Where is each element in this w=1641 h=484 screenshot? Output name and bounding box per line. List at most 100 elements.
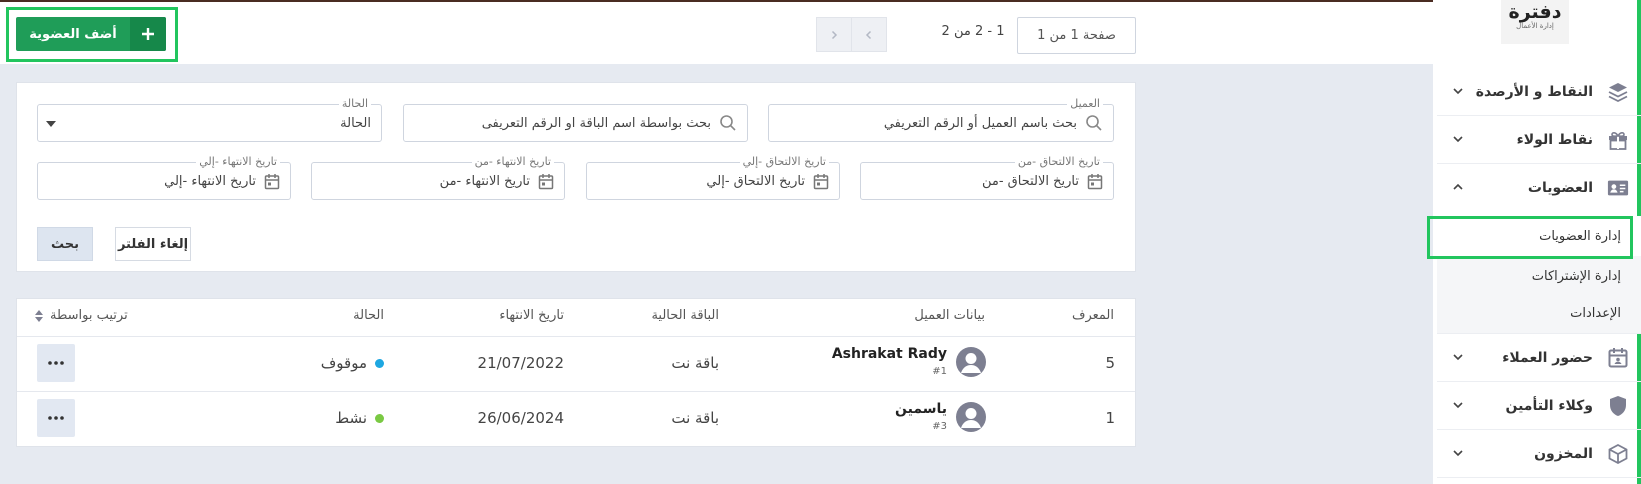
search-icon <box>720 115 736 131</box>
chevron-down-icon <box>1453 354 1463 361</box>
status-select[interactable]: الحالة الحالة <box>37 97 382 142</box>
sidebar-item-inventory[interactable]: المخزون <box>1437 430 1641 478</box>
package-search-field[interactable]: بحث بواسطة اسم الباقة او الرقم التعريفى <box>403 104 748 142</box>
search-button[interactable]: بحث <box>37 227 93 261</box>
logo-text: دفترة <box>1508 1 1562 23</box>
page-info[interactable]: صفحة 1 من 1 <box>1017 17 1136 54</box>
client-code: #3 <box>932 421 947 432</box>
end-from-field[interactable]: تاريخ الانتهاء -من تاريخ الانتهاء -من <box>311 155 565 200</box>
sidebar-subitem-settings[interactable]: الإعدادات <box>1437 294 1641 334</box>
active-subitem-highlight <box>1427 216 1633 259</box>
client-name[interactable]: Ashrakat Rady <box>832 346 947 362</box>
end-date: 21/07/2022 <box>477 354 564 372</box>
sidebar-item-points-balances[interactable]: النقاط و الأرصدة <box>1437 68 1641 116</box>
clear-filter-button[interactable]: إلغاء الفلتر <box>115 227 191 261</box>
sidebar-item-label: العضويات <box>1527 180 1593 196</box>
row-actions-button[interactable] <box>37 399 75 437</box>
calendar-icon <box>264 173 280 189</box>
calendar-icon <box>538 173 554 189</box>
chevron-down-icon <box>1453 450 1463 457</box>
status-badge: نشط <box>335 409 384 427</box>
calendar-icon <box>1607 347 1629 369</box>
sidebar-item-label: النقاط و الأرصدة <box>1475 83 1593 100</box>
status-dot <box>375 359 384 368</box>
chevron-right-icon <box>831 30 838 39</box>
row-id: 1 <box>1105 409 1115 427</box>
end-to-field[interactable]: تاريخ الانتهاء -إلي تاريخ الانتهاء -إلي <box>37 155 291 200</box>
avatar <box>956 347 986 377</box>
add-membership-highlight: أضف العضوية <box>6 7 178 62</box>
col-header-client: بيانات العميل <box>914 308 985 323</box>
row-divider <box>17 336 1135 337</box>
join-to-placeholder: تاريخ الالتحاق -إلي <box>706 173 805 189</box>
join-to-field[interactable]: تاريخ الالتحاق -إلي تاريخ الالتحاق -إلي <box>586 155 840 200</box>
row-id: 5 <box>1105 354 1115 372</box>
package-name: باقة نت <box>671 409 719 427</box>
col-header-status: الحالة <box>353 308 384 323</box>
end-to-placeholder: تاريخ الانتهاء -إلي <box>164 173 256 189</box>
package-name: باقة نت <box>671 354 719 372</box>
end-from-placeholder: تاريخ الانتهاء -من <box>439 173 530 189</box>
chevron-down-icon <box>1453 402 1463 409</box>
col-header-end-date: تاريخ الانتهاء <box>499 308 564 323</box>
client-name[interactable]: ياسمين <box>895 401 947 417</box>
row-divider <box>17 391 1135 392</box>
sidebar-item-label: وكلاء التأمين <box>1505 397 1593 414</box>
logo[interactable]: دفترة إدارة الأعمال <box>1501 0 1569 44</box>
sidebar-item-loyalty-points[interactable]: نقاط الولاء <box>1437 116 1641 164</box>
box-icon <box>1607 443 1629 465</box>
status-dot <box>375 414 384 423</box>
logo-subtitle: إدارة الأعمال <box>1516 22 1554 30</box>
package-search-placeholder: بحث بواسطة اسم الباقة او الرقم التعريفى <box>481 115 711 131</box>
end-date: 26/06/2024 <box>477 409 564 427</box>
join-to-legend: تاريخ الالتحاق -إلي <box>739 155 829 169</box>
layers-icon <box>1607 81 1629 103</box>
sidebar-item-insurance-agents[interactable]: وكلاء التأمين <box>1437 382 1641 430</box>
status-text: نشط <box>335 409 367 427</box>
search-icon <box>1086 115 1102 131</box>
chevron-down-icon <box>1453 136 1463 143</box>
client-search-placeholder: بحث باسم العميل أو الرقم التعريفي <box>883 115 1077 131</box>
calendar-icon <box>1087 173 1103 189</box>
status-badge: موقوف <box>321 354 384 372</box>
chevron-up-icon <box>1453 183 1463 190</box>
more-horizontal-icon <box>48 416 64 420</box>
client-search-field[interactable]: العميل بحث باسم العميل أو الرقم التعريفي <box>768 97 1114 142</box>
end-from-legend: تاريخ الانتهاء -من <box>471 155 554 169</box>
add-membership-label: أضف العضوية <box>29 26 117 42</box>
calendar-icon <box>813 173 829 189</box>
sidebar-subitem-manage-subscriptions[interactable]: إدارة الإشتراكات <box>1437 256 1641 296</box>
join-from-field[interactable]: تاريخ الالتحاق -من تاريخ الالتحاق -من <box>860 155 1114 200</box>
chevron-left-icon <box>865 30 872 39</box>
status-select-value: الحالة <box>340 115 371 131</box>
end-to-legend: تاريخ الانتهاء -إلي <box>196 155 280 169</box>
plus-icon <box>130 17 166 51</box>
join-from-placeholder: تاريخ الالتحاق -من <box>981 173 1079 189</box>
col-header-id: المعرف <box>1071 308 1114 323</box>
id-card-icon <box>1607 177 1629 199</box>
sidebar-item-label: حضور العملاء <box>1502 349 1593 366</box>
top-toolbar: أضف العضوية صفحة 1 من 1 1 - 2 من 2 <box>0 0 1433 64</box>
next-page-button[interactable] <box>816 17 852 52</box>
more-horizontal-icon <box>48 361 64 365</box>
shield-icon <box>1607 395 1629 417</box>
status-select-legend: الحالة <box>338 97 371 111</box>
sidebar-item-label: نقاط الولاء <box>1516 131 1593 148</box>
add-membership-button[interactable]: أضف العضوية <box>16 17 166 51</box>
sort-by-label: ترتيب بواسطة <box>50 308 128 323</box>
sort-by-control[interactable]: ترتيب بواسطة <box>34 308 128 323</box>
sort-icon <box>35 309 43 322</box>
sidebar-item-memberships[interactable]: العضويات <box>1437 164 1641 212</box>
prev-page-button[interactable] <box>851 17 887 52</box>
sidebar-item-client-attendance[interactable]: حضور العملاء <box>1437 334 1641 382</box>
status-text: موقوف <box>320 354 367 372</box>
chevron-down-icon <box>1453 88 1463 95</box>
row-actions-button[interactable] <box>37 344 75 382</box>
client-code: #1 <box>932 366 947 377</box>
avatar <box>956 402 986 432</box>
gift-icon <box>1607 129 1629 151</box>
join-from-legend: تاريخ الالتحاق -من <box>1014 155 1103 169</box>
range-info: 1 - 2 من 2 <box>941 24 1005 39</box>
col-header-package: الباقة الحالية <box>651 308 719 323</box>
client-search-legend: العميل <box>1067 97 1103 111</box>
